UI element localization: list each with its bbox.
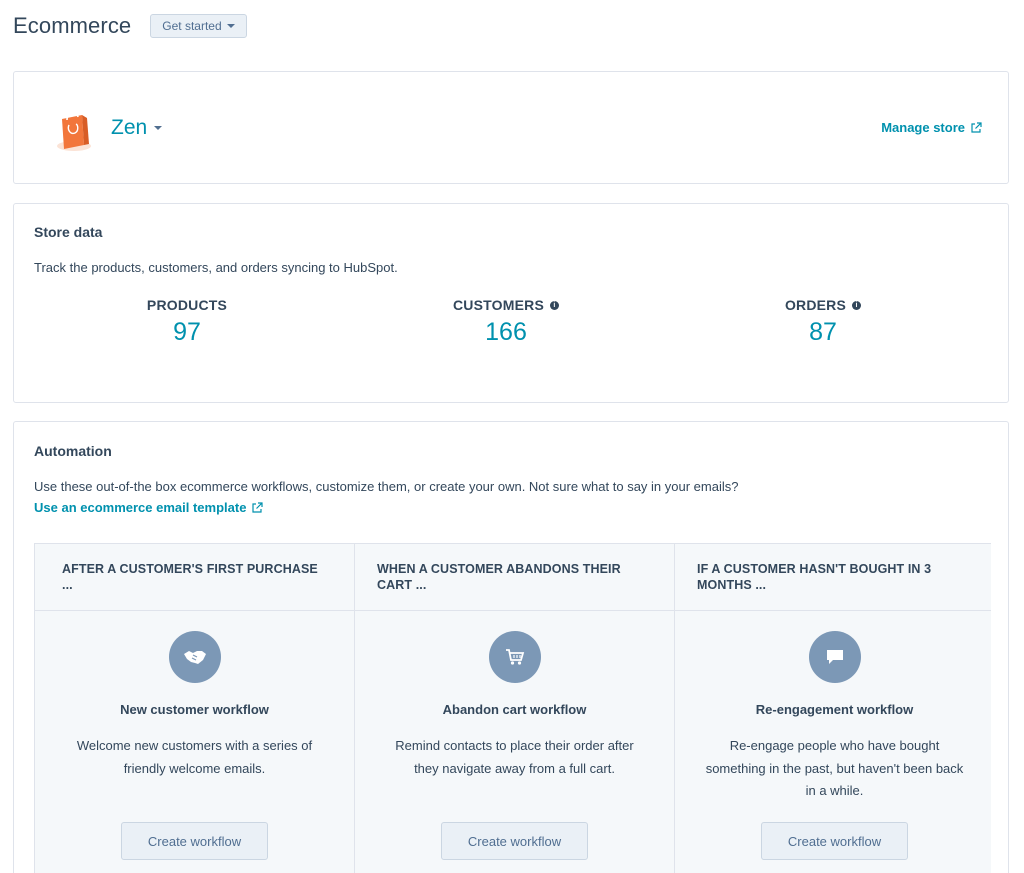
chevron-down-icon bbox=[154, 126, 163, 130]
cart-icon bbox=[488, 631, 541, 683]
workflow-header: IF A CUSTOMER HASN'T BOUGHT IN 3 MONTHS … bbox=[675, 544, 991, 611]
workflow-column-re-engagement: IF A CUSTOMER HASN'T BOUGHT IN 3 MONTHS … bbox=[675, 544, 991, 873]
automation-card: Automation Use these out-of-the box ecom… bbox=[13, 421, 1009, 873]
stat-label: PRODUCTS bbox=[146, 297, 228, 313]
store-selector[interactable]: Zen bbox=[111, 116, 163, 140]
page-title: Ecommerce bbox=[13, 13, 132, 38]
section-description: Track the products, customers, and order… bbox=[34, 260, 398, 275]
stat-value: 97 bbox=[173, 318, 201, 346]
workflow-header: WHEN A CUSTOMER ABANDONS THEIR CART ... bbox=[355, 544, 674, 611]
workflow-description: Re-engage people who have bought somethi… bbox=[705, 738, 964, 798]
external-link-icon bbox=[251, 501, 264, 514]
workflow-table: AFTER A CUSTOMER'S FIRST PURCHASE ... Ne… bbox=[34, 543, 991, 873]
workflow-name: New customer workflow bbox=[120, 702, 269, 717]
workflow-name: Re-engagement workflow bbox=[755, 702, 914, 717]
manage-store-link[interactable]: Manage store bbox=[881, 120, 982, 135]
get-started-dropdown[interactable]: Get started bbox=[150, 14, 247, 38]
handshake-icon bbox=[168, 631, 221, 683]
workflow-header: AFTER A CUSTOMER'S FIRST PURCHASE ... bbox=[35, 544, 354, 611]
workflow-description: Remind contacts to place their order aft… bbox=[395, 738, 634, 776]
manage-store-label: Manage store bbox=[881, 120, 965, 135]
stat-label: CUSTOMERS i bbox=[406, 297, 606, 313]
create-workflow-button[interactable]: Create workflow bbox=[121, 822, 268, 860]
store-name: Zen bbox=[111, 116, 148, 139]
email-template-link[interactable]: Use an ecommerce email template bbox=[34, 500, 264, 515]
info-icon[interactable]: i bbox=[550, 300, 559, 310]
section-title: Automation bbox=[34, 443, 112, 459]
workflow-column-abandon-cart: WHEN A CUSTOMER ABANDONS THEIR CART ... … bbox=[355, 544, 675, 873]
store-card: Zen Manage store bbox=[13, 71, 1009, 184]
create-workflow-button[interactable]: Create workflow bbox=[441, 822, 588, 860]
email-template-label: Use an ecommerce email template bbox=[34, 500, 247, 515]
stat-label: ORDERS i bbox=[723, 297, 923, 313]
stat-products: PRODUCTS 97 bbox=[87, 297, 287, 347]
store-data-card: Store data Track the products, customers… bbox=[13, 203, 1009, 403]
section-title: Store data bbox=[34, 224, 103, 240]
stat-value: 166 bbox=[485, 318, 527, 346]
shopping-bag-logo bbox=[57, 111, 91, 151]
page-header: Ecommerce Get started bbox=[13, 12, 247, 40]
workflow-column-new-customer: AFTER A CUSTOMER'S FIRST PURCHASE ... Ne… bbox=[35, 544, 355, 873]
external-link-icon bbox=[970, 121, 982, 134]
chevron-down-icon bbox=[226, 24, 235, 28]
stat-customers: CUSTOMERS i 166 bbox=[406, 297, 606, 347]
workflow-description: Welcome new customers with a series of f… bbox=[76, 738, 313, 776]
create-workflow-button[interactable]: Create workflow bbox=[761, 822, 908, 860]
section-description: Use these out-of-the box ecommerce workf… bbox=[34, 479, 739, 494]
workflow-name: Abandon cart workflow bbox=[442, 702, 587, 717]
stat-orders: ORDERS i 87 bbox=[723, 297, 923, 347]
chat-bubble-icon bbox=[808, 631, 861, 683]
get-started-label: Get started bbox=[162, 19, 222, 33]
stat-value: 87 bbox=[809, 318, 837, 346]
info-icon[interactable]: i bbox=[852, 300, 862, 310]
